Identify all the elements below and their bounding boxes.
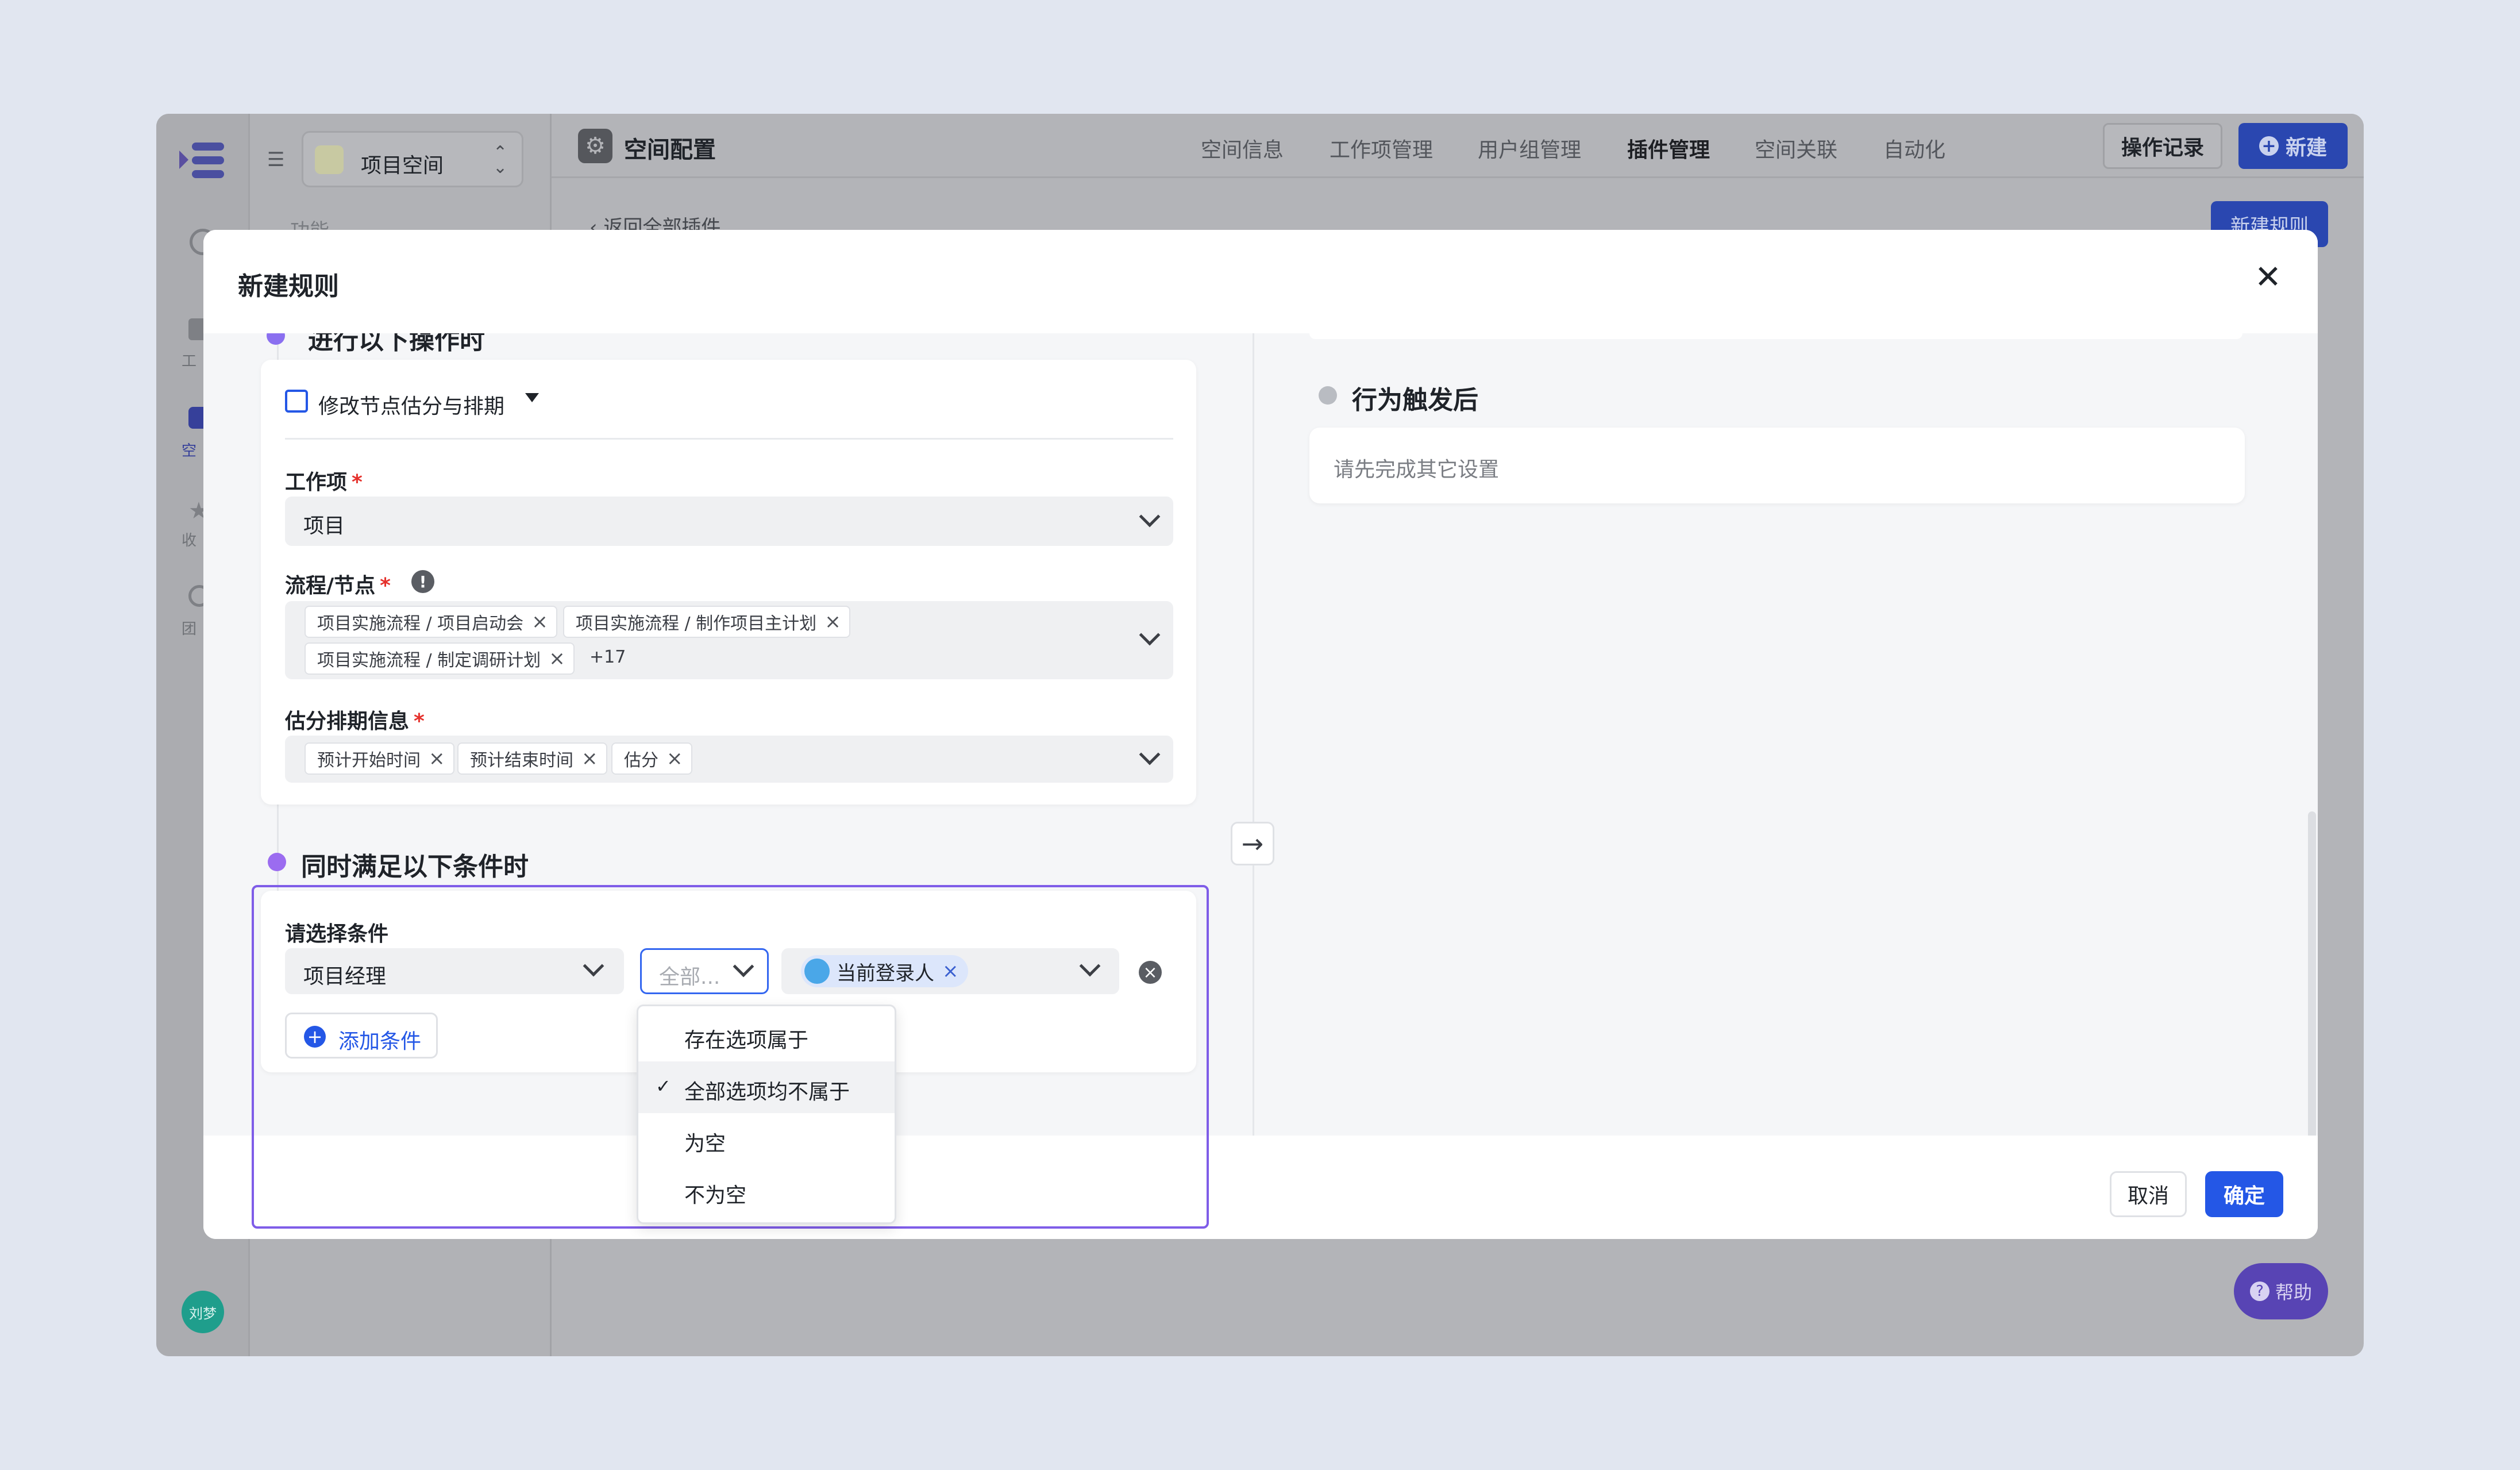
remove-tag-icon[interactable]: ×: [549, 647, 565, 670]
rail-label-team: 团: [182, 621, 197, 638]
estimate-select[interactable]: 预计开始时间 × 预计结束时间 × 估分 ×: [285, 736, 1173, 783]
chevron-down-icon: [1139, 506, 1161, 528]
tab-plugin-management[interactable]: 插件管理: [1627, 133, 1710, 163]
menu-item[interactable]: 存在选项属于: [638, 1010, 895, 1061]
flow-more-count[interactable]: +17: [589, 647, 626, 667]
collapse-sidebar-icon[interactable]: ☰: [267, 148, 284, 171]
user-avatar-icon: [804, 959, 830, 984]
flow-tag: 项目实施流程 / 项目启动会 ×: [305, 606, 557, 638]
tab-workitem-management[interactable]: 工作项管理: [1330, 133, 1433, 163]
condition-step-title: 同时满足以下条件时: [301, 852, 529, 882]
chevron-down-icon: [1139, 744, 1161, 765]
flow-tag: 项目实施流程 / 制作项目主计划 ×: [563, 606, 850, 638]
check-icon: ✓: [656, 1075, 671, 1097]
user-tag-label: 当前登录人: [837, 961, 934, 985]
remove-tag-icon[interactable]: ×: [942, 960, 959, 983]
action-column: 行为触发后 请先完成其它设置: [1253, 333, 2318, 1239]
modal-header: 新建规则 ✕: [203, 230, 2318, 333]
info-icon[interactable]: !: [411, 570, 434, 593]
estimate-tag: 估分 ×: [611, 742, 692, 775]
condition-field-select[interactable]: 项目经理: [285, 948, 624, 994]
new-rule-modal: 进行以下操作时 修改节点估分与排期 工作项 * 项目 流程/节点 * ! 项目实施流…: [203, 230, 2318, 1239]
tab-automation[interactable]: 自动化: [1883, 133, 1945, 163]
menu-item-selected[interactable]: ✓ 全部选项均不属于: [638, 1061, 895, 1113]
help-button[interactable]: ? 帮助: [2234, 1263, 2328, 1319]
rail-label-work: 工: [182, 353, 197, 370]
top-bar: ⚙ 空间配置 空间信息 工作项管理 用户组管理 插件管理 空间关联 自动化 操作…: [552, 114, 2364, 178]
remove-tag-icon[interactable]: ×: [429, 747, 445, 770]
switch-arrows-icon: ⌃ ⌄: [493, 143, 508, 178]
page-title: 空间配置: [624, 137, 716, 163]
remove-tag-icon[interactable]: ×: [581, 747, 598, 770]
settings-gear-icon: ⚙: [578, 129, 612, 163]
condition-operator-select[interactable]: 全部...: [640, 948, 769, 994]
tab-space-relations[interactable]: 空间关联: [1755, 133, 1837, 163]
remove-tag-icon[interactable]: ×: [666, 747, 683, 770]
operator-placeholder: 全部...: [659, 965, 720, 989]
operator-dropdown-menu: 存在选项属于 ✓ 全部选项均不属于 为空 不为空: [637, 1005, 896, 1224]
condition-field-value: 项目经理: [303, 965, 387, 988]
trigger-card: 修改节点估分与排期 工作项 * 项目 流程/节点 * ! 项目实施流程 / 项目启动…: [261, 360, 1196, 805]
add-condition-button[interactable]: + 添加条件: [285, 1013, 438, 1059]
calendar-clock-icon: [285, 390, 308, 413]
condition-label: 请选择条件: [285, 922, 389, 946]
trigger-action[interactable]: 修改节点估分与排期: [318, 390, 504, 420]
space-name: 项目空间: [361, 154, 444, 178]
caret-down-icon[interactable]: [525, 393, 539, 402]
modal-footer: 取消 确定: [203, 1136, 2318, 1239]
estimate-label: 估分排期信息 *: [285, 710, 425, 733]
space-avatar-icon: [315, 145, 344, 174]
condition-value-select[interactable]: 当前登录人 ×: [781, 948, 1119, 994]
modal-title: 新建规则: [238, 272, 339, 301]
remove-tag-icon[interactable]: ×: [824, 610, 841, 633]
modal-body: 进行以下操作时 修改节点估分与排期 工作项 * 项目 流程/节点 * ! 项目实施流…: [203, 326, 2318, 1239]
menu-item[interactable]: 为空: [638, 1113, 895, 1165]
arrow-right-icon: →: [1231, 822, 1274, 865]
after-step-title: 行为触发后: [1352, 386, 1478, 415]
tab-usergroup-management[interactable]: 用户组管理: [1478, 133, 1581, 163]
after-card: 请先完成其它设置: [1309, 428, 2245, 503]
add-condition-label: 添加条件: [338, 1030, 422, 1053]
app-logo-icon: [179, 143, 224, 178]
flow-label: 流程/节点 *: [285, 574, 391, 598]
after-step-dot: [1319, 386, 1337, 405]
divider: [285, 438, 1173, 440]
remove-tag-icon[interactable]: ×: [531, 610, 548, 633]
flow-node-select[interactable]: 项目实施流程 / 项目启动会 × 项目实施流程 / 制作项目主计划 × 项目实施流程…: [285, 601, 1173, 679]
tab-space-info[interactable]: 空间信息: [1201, 133, 1284, 163]
plus-circle-icon: +: [304, 1026, 326, 1048]
plus-circle-icon: +: [2259, 136, 2279, 156]
user-avatar[interactable]: 刘梦: [182, 1291, 224, 1333]
chevron-down-icon: [583, 955, 604, 977]
prev-card-edge: [1309, 333, 2242, 339]
workitem-value: 项目: [303, 514, 345, 538]
estimate-tag: 预计结束时间 ×: [457, 742, 607, 775]
chevron-down-icon: [733, 956, 754, 978]
close-icon[interactable]: ✕: [2255, 259, 2282, 296]
flow-tag: 项目实施流程 / 制定调研计划 ×: [305, 642, 575, 675]
menu-item[interactable]: 不为空: [638, 1165, 895, 1217]
user-tag: 当前登录人 ×: [801, 955, 968, 987]
remove-condition-icon[interactable]: ×: [1139, 961, 1162, 984]
rail-label-space: 空: [182, 442, 197, 460]
space-switcher[interactable]: 项目空间 ⌃ ⌄: [302, 131, 523, 187]
workitem-label: 工作项 *: [285, 471, 363, 494]
operation-history-button[interactable]: 操作记录: [2103, 123, 2222, 169]
condition-step-dot: [268, 853, 286, 871]
help-label: 帮助: [2275, 1282, 2312, 1303]
chevron-down-icon: [1079, 955, 1101, 977]
rail-label-favorites: 收: [182, 532, 197, 549]
question-icon: ?: [2249, 1282, 2269, 1301]
new-button[interactable]: + 新建: [2238, 123, 2348, 169]
after-placeholder: 请先完成其它设置: [1334, 458, 1500, 482]
estimate-tag: 预计开始时间 ×: [305, 742, 454, 775]
workitem-select[interactable]: 项目: [285, 497, 1173, 546]
confirm-button[interactable]: 确定: [2205, 1171, 2283, 1217]
new-button-label: 新建: [2285, 136, 2327, 160]
chevron-down-icon: [1139, 624, 1161, 646]
cancel-button[interactable]: 取消: [2110, 1171, 2187, 1217]
